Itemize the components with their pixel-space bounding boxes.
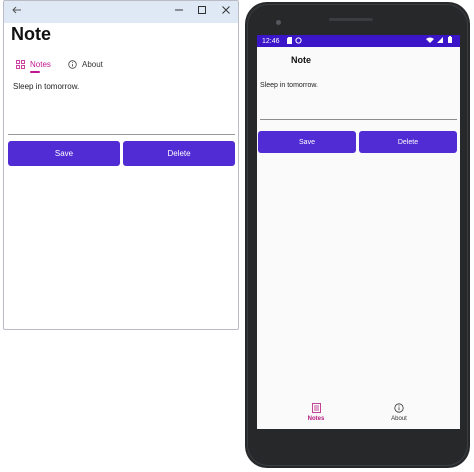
sd-card-icon [287, 37, 292, 46]
save-button[interactable]: Save [258, 131, 356, 153]
battery-icon [448, 37, 452, 43]
windows-app-window: Note Notes About Sleep in tomorrow. Save… [3, 0, 239, 330]
tab-about[interactable]: About [374, 403, 424, 422]
back-arrow-icon[interactable] [11, 4, 27, 20]
title-bar [4, 1, 238, 23]
delete-button[interactable]: Delete [123, 141, 235, 166]
tab-label: About [391, 416, 407, 422]
tab-label: About [82, 60, 103, 69]
wifi-icon [426, 37, 434, 43]
page-title: Note [291, 55, 311, 65]
save-button[interactable]: Save [8, 141, 120, 166]
android-screen: 12:46 Note Sleep in tomorrow. Save Delet… [257, 35, 460, 429]
delete-button[interactable]: Delete [359, 131, 457, 153]
note-editor[interactable]: Sleep in tomorrow. [260, 80, 457, 120]
close-icon[interactable] [217, 3, 235, 21]
page-title: Note [11, 24, 51, 44]
tab-label: Notes [30, 60, 51, 69]
tab-label: Notes [307, 416, 325, 422]
signal-icon [437, 37, 443, 43]
minimize-icon[interactable] [170, 3, 188, 21]
tab-notes[interactable]: Notes [291, 403, 341, 422]
note-editor[interactable]: Sleep in tomorrow. [8, 78, 235, 135]
tab-about[interactable]: About [68, 56, 103, 74]
speaker-grille [329, 18, 373, 21]
status-time: 12:46 [262, 38, 280, 45]
info-icon [68, 59, 77, 71]
maximize-icon[interactable] [193, 3, 211, 21]
status-bar: 12:46 [257, 35, 460, 47]
tab-active-indicator [30, 71, 40, 73]
sync-icon [295, 37, 302, 46]
status-indicators [426, 36, 456, 49]
notes-icon [16, 59, 25, 71]
info-icon [374, 403, 424, 415]
front-camera-icon [276, 20, 281, 25]
notes-icon [291, 403, 341, 415]
